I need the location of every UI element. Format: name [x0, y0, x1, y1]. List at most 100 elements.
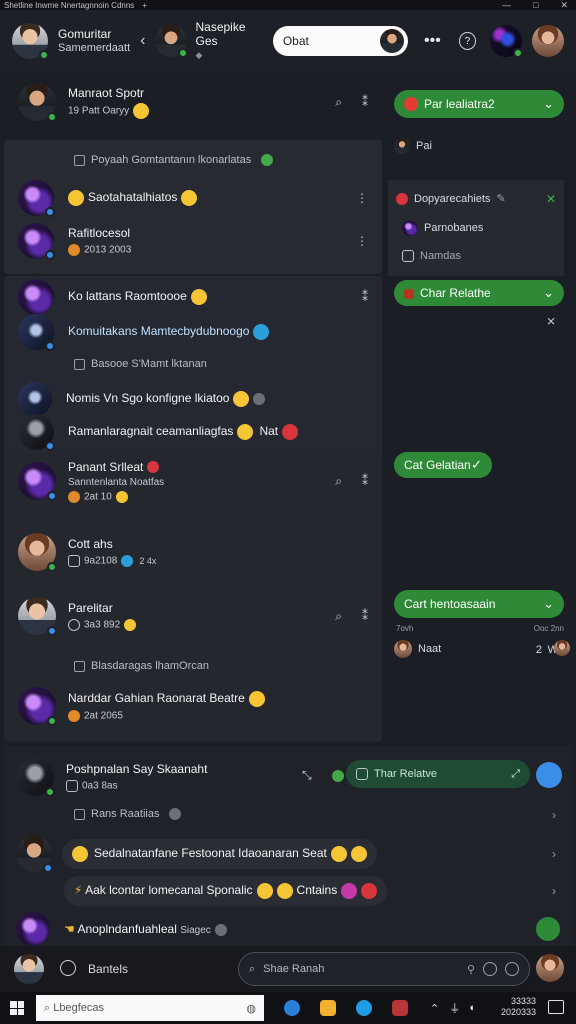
notice-text: Blasdaragas lhamOrcan	[91, 660, 210, 672]
close-icon[interactable]: ✕	[546, 192, 556, 206]
search-icon[interactable]: ⌕	[335, 609, 342, 624]
list-item[interactable]: Narddar Gahian Raonarat Beatre 2at 2065	[4, 684, 382, 728]
taskbar-search[interactable]: ⌕ Lbegfecas ◍	[36, 995, 264, 1021]
user-avatar-profile[interactable]	[532, 25, 564, 57]
smile-emoji-icon	[330, 846, 347, 862]
start-icon[interactable]	[10, 1001, 24, 1015]
flag-icon	[404, 288, 414, 299]
list-item[interactable]: Panant Srlleat Sanntenlanta Noatfas 2at …	[4, 456, 382, 506]
list-item[interactable]: Namdas	[402, 250, 461, 262]
list-item[interactable]: Ko lattans Raomtoooe ⁑	[4, 279, 382, 315]
list-item[interactable]: Cott ahs 9a2108 2 4x	[4, 532, 382, 572]
pin-icon[interactable]: ⁑	[362, 474, 368, 488]
list-item[interactable]: Naat	[394, 640, 441, 658]
new-tab-button[interactable]: +	[142, 1, 147, 10]
system-clock[interactable]: 33333 2020333	[501, 996, 536, 1018]
pin-icon[interactable]: ⁑	[362, 290, 368, 304]
list-item[interactable]: Parelitar 3a3 892 ⌕ ⁑	[4, 596, 382, 636]
smile-emoji-icon	[256, 883, 273, 899]
send-button[interactable]	[536, 917, 560, 941]
channels-label[interactable]: Bantels	[88, 962, 128, 976]
back-chevron-icon[interactable]: ‹	[140, 32, 145, 50]
group-avatar[interactable]	[12, 23, 49, 60]
user-avatar-galaxy[interactable]	[490, 25, 523, 58]
pin-icon[interactable]: ⁑	[362, 609, 368, 623]
dismiss-icon[interactable]: ⨯	[546, 314, 556, 328]
search-field[interactable]: ⌕ Shae Ranah ⚲	[238, 952, 530, 986]
heart-emoji-icon	[361, 883, 378, 899]
clock-icon	[68, 244, 80, 256]
list-item[interactable]: Manraot Spotr 19 Patt Oaryy ⌕ ⁑	[4, 80, 382, 124]
expand-icon: ⤢	[511, 767, 520, 780]
kebab-menu-icon[interactable]: ⋮	[356, 191, 368, 205]
clock-date: 2020333	[500, 1007, 536, 1017]
message-bubble[interactable]: Char Relathe ⌄	[394, 280, 564, 306]
list-item[interactable]: Poshpnalan Say Skaanaht 0a3 8as ⤡ Thar R…	[4, 754, 572, 800]
search-icon[interactable]: ⌕	[335, 95, 342, 110]
conversation-card: Poyaah Gomtantanın lkonarlatas Saotahata…	[4, 140, 382, 274]
list-item[interactable]: ⚡ Aak lcontar lomecanal Sponalic Cntains …	[4, 874, 572, 908]
chevron-right-icon[interactable]: ›	[552, 884, 556, 898]
list-item[interactable]: Saotahatalhiatos ⋮	[4, 180, 382, 217]
list-item[interactable]: ☚ Anoplndanfuahleal Siagec	[4, 912, 572, 946]
crown-emoji-icon	[115, 490, 128, 503]
app-icon[interactable]	[392, 1000, 408, 1016]
chevron-down-icon: ⌄	[543, 285, 554, 300]
list-item[interactable]: Nomis Vn Sgo konfigne lkiatoo	[4, 382, 382, 416]
list-item[interactable]: Komuitakans Mamtecbydubnoogo	[4, 314, 382, 351]
chevron-right-icon[interactable]: ›	[552, 847, 556, 861]
smile-emoji-icon	[248, 690, 265, 707]
list-item[interactable]: Pai	[394, 138, 432, 154]
heart-emoji-icon	[282, 424, 299, 440]
call-button[interactable]	[536, 762, 562, 788]
doc-icon	[356, 768, 368, 780]
edge-icon[interactable]	[284, 1000, 300, 1016]
conversation-name: Komuitakans Mamtecbydubnoogo	[68, 324, 250, 339]
chevron-down-icon: ⌄	[543, 596, 554, 611]
heart-icon	[404, 97, 418, 112]
conversation-tag: Nat	[259, 424, 279, 439]
more-options-icon[interactable]: •••	[424, 32, 441, 50]
search-icon[interactable]: ⌕	[335, 474, 342, 489]
participant-avatar[interactable]	[554, 640, 570, 656]
channels-icon[interactable]	[60, 960, 76, 976]
message-bubble[interactable]: Cat Gelatian ✓	[394, 452, 492, 478]
system-notice: Rans Raatiias	[74, 808, 182, 820]
message-text: Sedalnatanfane Festoonat Idaoanaran Seat	[94, 846, 327, 861]
kebab-menu-icon[interactable]: ⋮	[356, 234, 368, 248]
reaction-panel: Dopyarecahiets ✎ ✕ Parnobanes Namdas	[388, 180, 564, 276]
chevron-right-icon[interactable]: ›	[552, 808, 556, 822]
profile-avatar[interactable]	[536, 954, 564, 982]
relation-chip[interactable]: Thar Relatve ⤢	[346, 760, 530, 788]
notifications-icon[interactable]	[548, 1000, 564, 1014]
conversation-name: Saotahatalhiatos	[88, 190, 178, 205]
contact-avatar[interactable]	[155, 25, 189, 58]
message-bubble[interactable]: Par lealiatra2 ⌄	[394, 90, 564, 118]
check-icon: ✓	[471, 457, 482, 472]
chat-app-icon[interactable]	[356, 1000, 372, 1016]
list-item[interactable]: Rafitlocesol 2013 2003 ⋮	[4, 220, 382, 262]
list-item[interactable]: Sedalnatanfane Festoonat Idaoanaran Seat…	[4, 834, 572, 874]
smile-emoji-icon	[181, 190, 198, 206]
conversation-name: Cott ahs	[68, 537, 113, 551]
message-text: Anoplndanfuahleal	[77, 922, 177, 936]
panel-title: Dopyarecahiets	[414, 192, 491, 205]
my-avatar[interactable]	[14, 954, 44, 984]
conversation-meta: 3a3 892	[84, 619, 121, 631]
pill-label: Obat	[282, 34, 309, 48]
message-bubble[interactable]: Cart hentoasaain ⌄	[394, 590, 564, 618]
list-item[interactable]: Ramanlaragnait ceamanliagfas Nat	[4, 414, 382, 451]
chat-pill-button[interactable]: Obat	[272, 26, 409, 56]
smile-emoji-icon	[133, 102, 150, 119]
conversation-card: Panant Srlleat Sanntenlanta Noatfas 2at …	[4, 454, 382, 742]
collapse-icon: ⤡	[302, 768, 312, 782]
folder-icon[interactable]	[320, 1000, 336, 1016]
pin-icon[interactable]: ⁑	[362, 95, 368, 109]
conversation-meta: 0a3 8as	[82, 780, 118, 792]
help-icon[interactable]: ?	[458, 32, 476, 50]
volume-icon: ◖	[468, 1002, 475, 1014]
info-icon	[214, 923, 227, 936]
notice-text: Basooe S'Mamt lktanan	[91, 358, 207, 370]
list-item[interactable]: Parnobanes	[402, 220, 483, 236]
search-icon: ⌕	[44, 1001, 51, 1014]
